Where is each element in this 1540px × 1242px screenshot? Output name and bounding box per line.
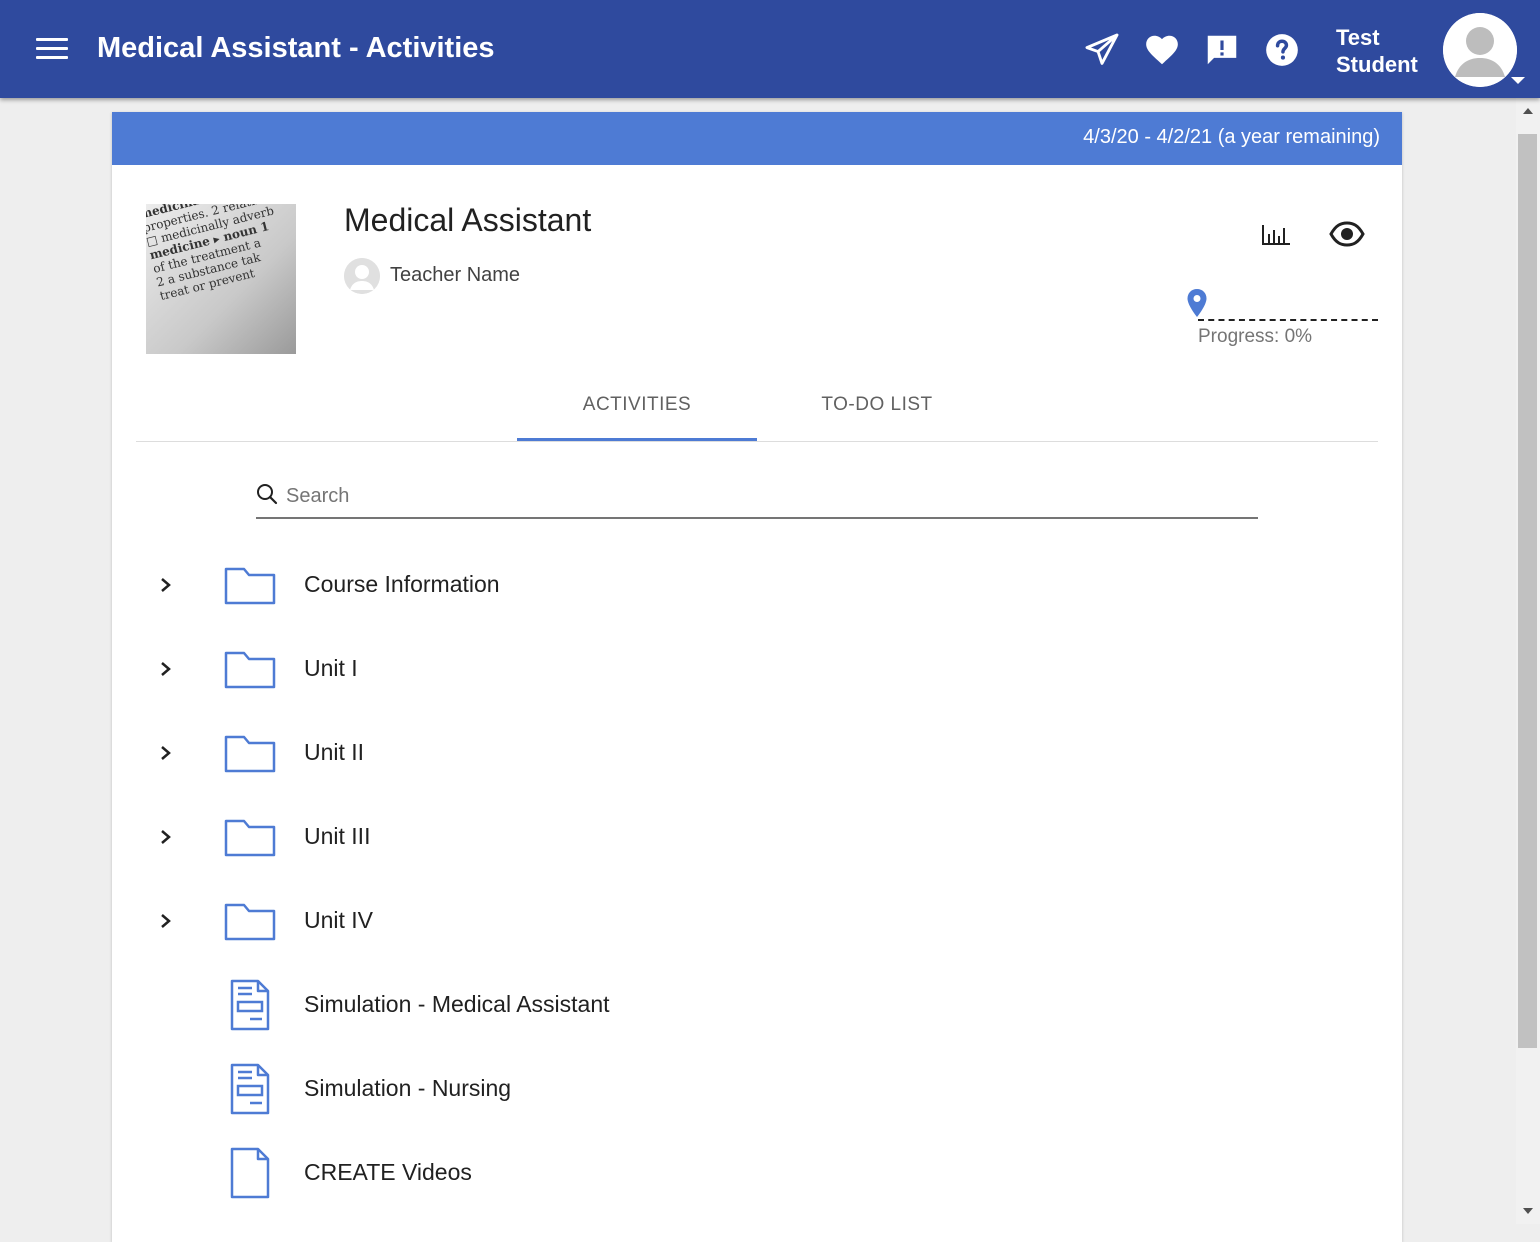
- teacher-avatar: [344, 258, 380, 294]
- folder-icon: [224, 651, 276, 689]
- person-icon: [344, 258, 380, 294]
- eye-icon[interactable]: [1329, 220, 1365, 248]
- course-image: medicinal • adjective properties. 2 rela…: [146, 204, 296, 354]
- top-app-bar: Medical Assistant - Activities Test Stud…: [0, 0, 1540, 98]
- course-image-dictionary-text: medicinal • adjective properties. 2 rela…: [146, 204, 280, 304]
- feedback-icon[interactable]: [1203, 31, 1241, 69]
- help-icon[interactable]: [1263, 31, 1301, 69]
- tab-activities[interactable]: ACTIVITIES: [517, 382, 757, 441]
- folder-icon: [224, 735, 276, 773]
- form-document-icon: [230, 1063, 270, 1115]
- scroll-up-arrow-icon[interactable]: [1523, 108, 1533, 114]
- search-bar: [256, 477, 1258, 519]
- date-range: 4/3/20 - 4/2/21 (a year remaining): [1083, 126, 1380, 148]
- user-last-name: Student: [1336, 52, 1418, 77]
- chevron-down-icon[interactable]: [1511, 77, 1525, 84]
- list-item-label: Course Information: [304, 571, 500, 597]
- avatar[interactable]: [1443, 13, 1517, 87]
- list-item-unit-iii[interactable]: Unit III: [136, 797, 1378, 881]
- folder-icon: [224, 903, 276, 941]
- chevron-right-icon[interactable]: [158, 825, 174, 849]
- chevron-right-icon[interactable]: [158, 741, 174, 765]
- list-item-unit-ii[interactable]: Unit II: [136, 713, 1378, 797]
- form-document-icon: [230, 979, 270, 1031]
- list-item-label: Unit IV: [304, 907, 374, 933]
- tab-to-do-list[interactable]: TO-DO LIST: [757, 382, 997, 441]
- list-item-simulation-medical-assistant[interactable]: Simulation - Medical Assistant: [136, 965, 1378, 1049]
- bar-chart-icon[interactable]: [1260, 222, 1292, 248]
- course-card-header: 4/3/20 - 4/2/21 (a year remaining): [112, 112, 1402, 165]
- list-item-label: Simulation - Nursing: [304, 1075, 512, 1101]
- chevron-right-icon[interactable]: [158, 909, 174, 933]
- menu-icon[interactable]: [36, 38, 68, 62]
- list-item-simulation-nursing[interactable]: Simulation - Nursing: [136, 1049, 1378, 1133]
- scrollbar[interactable]: [1516, 98, 1540, 1224]
- search-input[interactable]: [284, 477, 1248, 515]
- scroll-down-arrow-icon[interactable]: [1523, 1208, 1533, 1214]
- user-name[interactable]: Test Student: [1336, 24, 1418, 78]
- progress-label: Progress: 0%: [1198, 326, 1313, 347]
- list-item-label: Unit I: [304, 655, 358, 681]
- folder-icon: [224, 819, 276, 857]
- list-item-label: CREATE Videos: [304, 1159, 472, 1185]
- location-pin-icon: [1187, 289, 1207, 317]
- chevron-right-icon[interactable]: [158, 573, 174, 597]
- list-item-unit-iv[interactable]: Unit IV: [136, 881, 1378, 965]
- progress-track: [1198, 319, 1378, 321]
- document-icon: [230, 1147, 270, 1199]
- search-icon: [257, 484, 278, 505]
- person-icon: [1443, 13, 1517, 87]
- chevron-right-icon[interactable]: [158, 657, 174, 681]
- course-card: 4/3/20 - 4/2/21 (a year remaining) medic…: [112, 112, 1402, 1242]
- course-title: Medical Assistant: [344, 202, 592, 238]
- tab-bar: ACTIVITIES TO-DO LIST: [136, 382, 1378, 442]
- list-item-course-information[interactable]: Course Information: [136, 545, 1378, 629]
- list-item-label: Simulation - Medical Assistant: [304, 991, 610, 1017]
- folder-icon: [224, 567, 276, 605]
- list-item-label: Unit III: [304, 823, 371, 849]
- list-item-unit-i[interactable]: Unit I: [136, 629, 1378, 713]
- teacher-name: Teacher Name: [390, 264, 521, 286]
- list-item-create-videos[interactable]: CREATE Videos: [136, 1133, 1378, 1217]
- paper-plane-icon[interactable]: [1083, 31, 1121, 69]
- list-item-label: Unit II: [304, 739, 365, 765]
- user-first-name: Test: [1336, 25, 1380, 50]
- scroll-thumb[interactable]: [1518, 134, 1537, 1048]
- heart-icon[interactable]: [1143, 31, 1181, 69]
- app-title: Medical Assistant - Activities: [97, 32, 495, 64]
